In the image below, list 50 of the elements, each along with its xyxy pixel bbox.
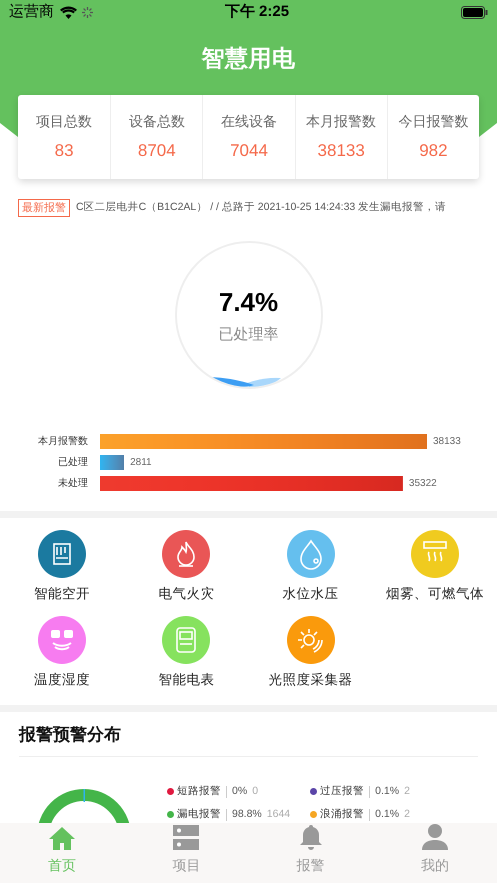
bar-value: 38133 (433, 435, 461, 449)
legend-percent: 0% (232, 784, 248, 799)
legend-percent: 0.1% (375, 806, 400, 822)
battery-icon (460, 6, 488, 19)
category-item[interactable]: 烟雾、可燃气体 (372, 530, 497, 604)
section-title: 报警预警分布 (19, 724, 121, 744)
stat-value: 83 (54, 140, 74, 162)
stat-label: 设备总数 (128, 112, 185, 131)
rate-value: 7.4% (218, 286, 278, 320)
stat-label: 本月报警数 (306, 112, 376, 131)
bar-label: 已处理 (57, 456, 88, 470)
legend-count: 1644 (266, 806, 290, 822)
stat-label: 项目总数 (36, 112, 92, 131)
category-item[interactable]: 电气火灾 (124, 530, 248, 604)
category-item[interactable]: 智能空开 (0, 530, 124, 604)
bar-value: 2811 (130, 456, 152, 470)
user-icon (422, 824, 448, 850)
stat-value: 8704 (138, 140, 176, 162)
bar (100, 455, 124, 470)
stat-label: 在线设备 (220, 112, 277, 131)
rate-label: 已处理率 (218, 325, 278, 346)
stat-label: 今日报警数 (398, 112, 468, 131)
home-icon (48, 826, 76, 850)
category-item[interactable]: 光照度采集器 (248, 616, 373, 690)
legend-percent: 0.1% (375, 784, 400, 799)
bar-label: 未处理 (57, 476, 88, 491)
alarm-ticker-text: C区二层电井C（B1C2AL） / / 总路于 2021-10-25 14:24:33 发生漏电报警，请 (76, 200, 446, 216)
latest-alarm-badge: 最新报警 (18, 199, 70, 217)
page-title: 智慧用电 (201, 44, 296, 73)
legend-count: 2 (404, 806, 410, 822)
legend-percent: 98.8% (232, 806, 262, 822)
category-item[interactable]: 温度湿度 (0, 616, 124, 690)
legend-label: 过压报警 (320, 784, 364, 799)
carrier-label: 运营商 (9, 2, 54, 22)
loading-icon (82, 7, 93, 18)
bell-icon (300, 824, 322, 850)
category-item[interactable]: 水位水压 (248, 530, 373, 604)
legend-count: 0 (252, 784, 258, 799)
wifi-icon (60, 6, 77, 19)
stat-value: 982 (419, 140, 448, 162)
legend-label: 漏电报警 (177, 806, 221, 822)
legend-count: 2 (404, 784, 410, 799)
stat-value: 7044 (230, 140, 268, 162)
category-item[interactable]: 智能电表 (124, 616, 248, 690)
clock-time: 下午 2:25 (224, 2, 290, 22)
stat-value: 38133 (318, 140, 365, 162)
bar-value: 35322 (408, 477, 437, 491)
legend-label: 浪涌报警 (320, 806, 364, 822)
legend-label: 短路报警 (177, 784, 221, 799)
bar-label: 本月报警数 (37, 434, 88, 449)
